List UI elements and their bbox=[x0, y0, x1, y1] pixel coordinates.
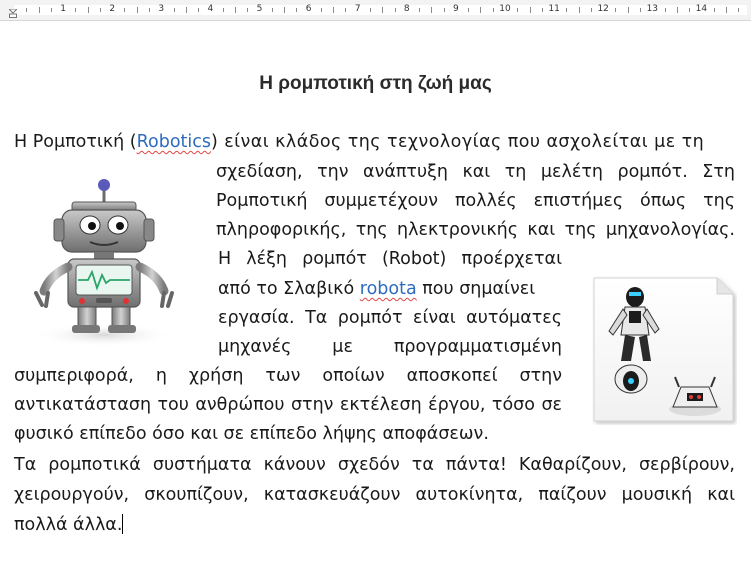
ruler-number: 9 bbox=[453, 4, 459, 14]
ruler-number: 2 bbox=[109, 4, 116, 14]
ruler-number: 14 bbox=[695, 4, 708, 14]
ruler-tick bbox=[271, 8, 273, 12]
ruler-tick bbox=[566, 8, 568, 12]
para1-line10[interactable]: αντικατάσταση του ανθρώπου στην εκτέλεση… bbox=[14, 395, 562, 415]
ruler-tick bbox=[627, 7, 629, 13]
para1-line3[interactable]: Ρομποτική συμμετέχουν πολλές επιστήμες ό… bbox=[216, 191, 735, 211]
ruler-tick bbox=[590, 8, 592, 12]
ruler-tick bbox=[198, 8, 200, 12]
ruler-tick bbox=[725, 7, 727, 13]
ruler-tick bbox=[234, 7, 236, 13]
ruler-tick bbox=[345, 8, 347, 12]
ruler-tick bbox=[149, 8, 151, 12]
para1-line11[interactable]: φυσικό επίπεδο όσο και σε επίπεδο λήψης … bbox=[14, 424, 489, 444]
ruler-number: 4 bbox=[207, 4, 214, 14]
text-run: πολλά άλλα. bbox=[14, 515, 123, 535]
text-run: Η Ρομποτική ( bbox=[14, 132, 137, 152]
ruler-tick bbox=[419, 8, 421, 12]
ruler-tick bbox=[578, 7, 580, 13]
ruler-tick bbox=[38, 7, 40, 13]
para1-line8[interactable]: μηχανές με προγραμματισμένη bbox=[218, 337, 562, 357]
para1-line4[interactable]: πληροφορικής, της ηλεκτρονικής και της μ… bbox=[216, 220, 735, 240]
ruler-tick bbox=[26, 8, 28, 12]
ruler-number: 13 bbox=[646, 4, 659, 14]
ruler-tick bbox=[738, 8, 740, 12]
para1-line1[interactable]: Η Ρομποτική (Robotics) είναι κλάδος της … bbox=[14, 132, 735, 152]
ruler-tick bbox=[247, 8, 249, 12]
para1-line9[interactable]: συμπεριφορά, η χρήση των οποίων αποσκοπε… bbox=[14, 366, 562, 386]
ruler-number: 12 bbox=[597, 4, 609, 14]
ruler-number: 8 bbox=[403, 4, 410, 14]
ruler-tick bbox=[99, 8, 101, 12]
text-run: από το Σλαβικό bbox=[218, 279, 360, 299]
ruler-tick bbox=[296, 8, 298, 12]
ruler-number: 6 bbox=[305, 4, 312, 14]
ruler-tick bbox=[185, 7, 187, 13]
text-run: ) είναι κλάδος της τεχνολογίας που ασχολ… bbox=[210, 132, 705, 152]
text-run: που σημαίνει bbox=[416, 279, 536, 299]
ruler-tick bbox=[222, 8, 224, 12]
ruler-tick bbox=[689, 8, 691, 12]
ruler-tick bbox=[394, 8, 396, 12]
ruler-tick bbox=[87, 7, 89, 13]
indent-marker-icon[interactable] bbox=[9, 9, 17, 18]
ruler-tick bbox=[640, 8, 642, 12]
para2-line1[interactable]: Τα ρομποτικά συστήματα κάνουν σχεδόν τα … bbox=[14, 455, 735, 475]
para1-line2[interactable]: σχεδίαση, την ανάπτυξη και τη μελέτη ρομ… bbox=[216, 162, 735, 182]
ruler-tick bbox=[431, 7, 433, 13]
ruler-number: 7 bbox=[354, 4, 361, 14]
ruler-tick bbox=[50, 8, 52, 12]
ruler-tick bbox=[713, 8, 715, 12]
ruler-tick bbox=[136, 7, 138, 13]
misspelled-word-robotics[interactable]: Robotics bbox=[137, 132, 211, 152]
ruler-tick bbox=[75, 8, 77, 12]
ruler-tick bbox=[676, 7, 678, 13]
humanoid-robot-photo[interactable] bbox=[591, 275, 737, 425]
para1-line6[interactable]: από το Σλαβικό robota που σημαίνει bbox=[218, 279, 562, 299]
ruler-number: 3 bbox=[158, 4, 165, 14]
ruler-tick bbox=[664, 8, 666, 12]
ruler-tick bbox=[615, 8, 617, 12]
para2-line2[interactable]: χειρουργούν, σκουπίζουν, κατασκευάζουν α… bbox=[14, 485, 735, 505]
ruler-number: 11 bbox=[548, 4, 560, 14]
ruler-number: 5 bbox=[256, 4, 263, 14]
ruler-tick bbox=[173, 8, 175, 12]
text-cursor bbox=[122, 514, 124, 534]
ruler-tick bbox=[517, 8, 519, 12]
horizontal-ruler[interactable]: 1 2 3 4 5 6 7 8 9 10 11 12 13 14 bbox=[0, 0, 751, 21]
document-page[interactable]: Η ρομποτική στη ζωή μας Η Ρομποτική (Rob… bbox=[0, 21, 751, 566]
ruler-tick bbox=[480, 7, 482, 13]
ruler-tick bbox=[443, 8, 445, 12]
ruler-tick bbox=[369, 8, 371, 12]
ruler-tick bbox=[541, 8, 543, 12]
document-title[interactable]: Η ρομποτική στη ζωή μας bbox=[0, 73, 751, 95]
para1-line7[interactable]: εργασία. Τα ρομπότ είναι αυτόματες bbox=[218, 308, 562, 328]
ruler-number: 10 bbox=[499, 4, 511, 14]
ruler-tick bbox=[320, 8, 322, 12]
misspelled-word-robota[interactable]: robota bbox=[360, 279, 417, 299]
ruler-tick bbox=[124, 8, 126, 12]
cartoon-robot-image[interactable] bbox=[18, 175, 204, 349]
ruler-tick bbox=[529, 7, 531, 13]
para2-line3[interactable]: πολλά άλλα. bbox=[14, 514, 124, 535]
ruler-tick bbox=[492, 8, 494, 12]
ruler-tick bbox=[382, 7, 384, 13]
para1-line5[interactable]: Η λέξη ρομπότ (Robot) προέρχεται bbox=[218, 249, 562, 269]
ruler-tick bbox=[333, 7, 335, 13]
ruler-number: 1 bbox=[60, 4, 66, 14]
ruler-tick bbox=[468, 8, 470, 12]
ruler-tick bbox=[284, 7, 286, 13]
